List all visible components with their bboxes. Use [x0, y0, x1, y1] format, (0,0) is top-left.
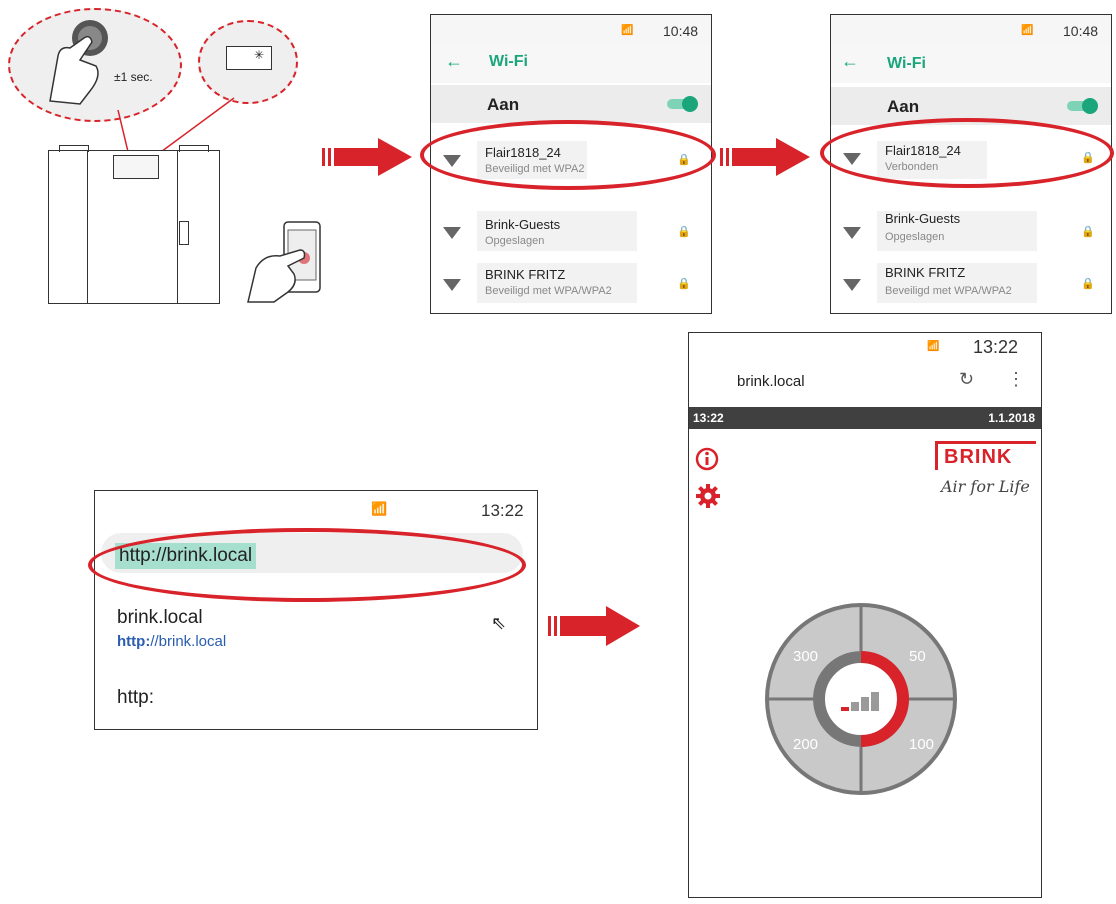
wifi-icon	[843, 279, 861, 291]
status-time: 10:48	[663, 23, 699, 39]
page-title: Wi-Fi	[887, 55, 926, 72]
status-time: 13:22	[481, 501, 524, 520]
lock-icon: 🔒	[677, 226, 691, 238]
network-row[interactable]: Brink-Guests Opgeslagen 🔒	[431, 207, 711, 259]
dial-label-300: 300	[793, 648, 818, 665]
menu-icon[interactable]: ⋮	[1007, 369, 1025, 390]
highlight-oval	[420, 120, 716, 190]
phone-in-hand-icon	[247, 221, 321, 303]
next-step-arrow-3	[548, 606, 640, 646]
suggestion-url[interactable]: http://brink.local	[117, 633, 226, 650]
wifi-toggle-label: Aan	[887, 97, 920, 116]
lock-icon: 🔒	[1081, 226, 1095, 238]
status-bar: 📶 10:48	[431, 15, 711, 45]
lock-icon: 🔒	[1081, 278, 1095, 290]
highlight-oval	[820, 118, 1114, 188]
suggestion-title[interactable]: brink.local	[117, 607, 203, 629]
wifi-toggle-label: Aan	[487, 95, 520, 114]
signal-icon: 📶	[1021, 25, 1034, 36]
browser-address-screen: 📶 13:22 http://brink.local brink.local h…	[94, 490, 538, 730]
wifi-toggle-switch[interactable]	[667, 96, 698, 112]
lock-icon: 🔒	[677, 278, 691, 290]
typed-suggestion[interactable]: http:	[117, 687, 154, 709]
ventilation-dial[interactable]: 300 50 200 100	[761, 599, 961, 799]
wifi-icon	[443, 279, 461, 291]
dial-label-50: 50	[909, 648, 926, 665]
signal-icon: 📶	[621, 25, 634, 36]
callout-lines	[117, 97, 235, 161]
dial-label-200: 200	[793, 736, 818, 753]
ventilation-unit	[48, 145, 220, 304]
info-icon[interactable]	[695, 447, 719, 471]
back-arrow-icon[interactable]: ←	[445, 51, 463, 72]
level-bar	[851, 702, 859, 711]
bar-date: 1.1.2018	[988, 411, 1035, 425]
highlight-oval	[88, 528, 526, 602]
brink-tagline: Air for Life	[941, 477, 1030, 496]
wifi-signal-icon: 📶	[927, 341, 940, 352]
level-bar	[841, 707, 849, 711]
wifi-icon	[843, 227, 861, 239]
status-time: 10:48	[1063, 23, 1099, 39]
page-title: Wi-Fi	[489, 53, 528, 70]
level-bar	[871, 692, 879, 711]
network-row[interactable]: BRINK FRITZ Beveiligd met WPA/WPA2 🔒	[431, 259, 711, 311]
status-time: 13:22	[973, 337, 1019, 357]
settings-gear-icon[interactable]	[695, 483, 721, 509]
wifi-toggle-row[interactable]: Aan	[431, 85, 711, 123]
fill-suggestion-arrow-icon[interactable]: ⇖	[491, 613, 506, 634]
wifi-toggle-switch[interactable]	[1067, 98, 1098, 114]
network-row[interactable]: Brink-Guests Opgeslagen 🔒	[831, 207, 1111, 259]
app-top-bar: 13:22 1.1.2018	[689, 407, 1041, 429]
brink-app-screen: 📶 13:22 brink.local ↻ ⋮ 13:22 1.1.2018 B…	[688, 332, 1042, 898]
wifi-signal-icon: 📶	[371, 501, 388, 516]
wifi-icon	[443, 227, 461, 239]
level-bar	[861, 697, 869, 711]
unit-display	[113, 155, 159, 179]
reload-icon[interactable]: ↻	[959, 369, 974, 390]
status-bar: 📶 10:48	[831, 15, 1111, 45]
next-step-arrow-1	[322, 138, 412, 176]
dial-label-100: 100	[909, 736, 934, 753]
next-step-arrow-2	[720, 138, 810, 176]
page-url[interactable]: brink.local	[737, 373, 805, 390]
back-arrow-icon[interactable]: ←	[841, 51, 859, 72]
brink-logo: BRINK	[935, 441, 1036, 470]
network-row[interactable]: BRINK FRITZ Beveiligd met WPA/WPA2 🔒	[831, 259, 1111, 311]
bar-time: 13:22	[693, 411, 724, 425]
